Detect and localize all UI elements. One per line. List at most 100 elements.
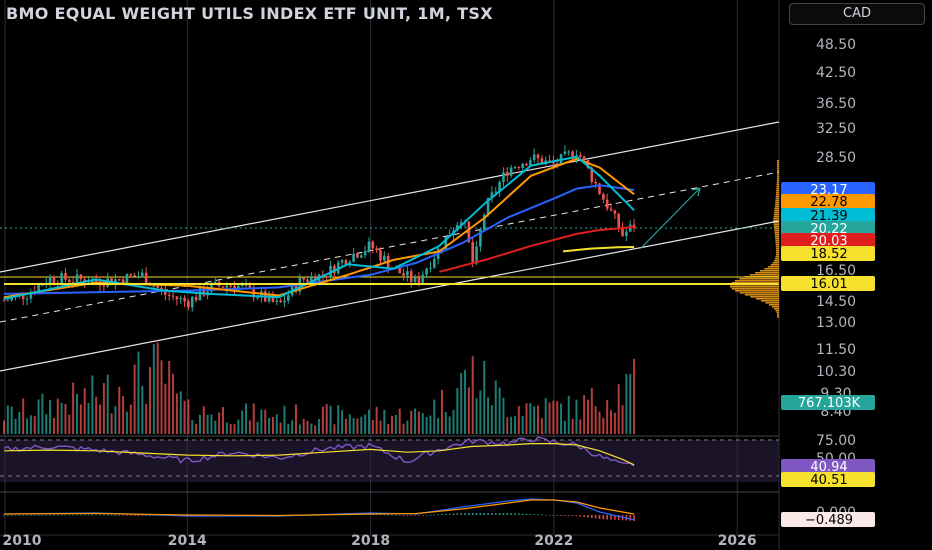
volume-bar bbox=[521, 416, 524, 434]
candle-body bbox=[521, 163, 524, 168]
candle-body bbox=[167, 294, 171, 296]
volume-bar bbox=[256, 421, 259, 434]
candle-body bbox=[409, 271, 413, 282]
volume-bar bbox=[172, 373, 175, 434]
volume-bar bbox=[594, 406, 597, 434]
volume-bar bbox=[291, 420, 294, 434]
volume-bar bbox=[87, 402, 90, 434]
macd-histogram-bar bbox=[441, 514, 443, 515]
candle-body bbox=[306, 279, 309, 282]
macd-histogram-bar bbox=[33, 514, 36, 516]
volume-profile-bar bbox=[776, 180, 779, 182]
time-axis-label: 2018 bbox=[351, 533, 390, 549]
volume-bar bbox=[175, 393, 178, 434]
volume-profile-bar bbox=[774, 204, 779, 206]
volume-bar bbox=[402, 423, 405, 434]
volume-bar bbox=[302, 418, 305, 434]
volume-profile-bar bbox=[775, 238, 779, 240]
volume-bar bbox=[271, 416, 274, 434]
volume-bar bbox=[387, 424, 390, 434]
volume-bar bbox=[187, 399, 190, 434]
volume-bar bbox=[283, 405, 286, 434]
volume-bar bbox=[52, 418, 55, 434]
volume-bar bbox=[198, 414, 201, 434]
candle-body bbox=[225, 285, 229, 288]
candle-body bbox=[194, 296, 198, 301]
macd-histogram-bar bbox=[133, 515, 136, 516]
volume-bar bbox=[298, 424, 301, 434]
volume-bar bbox=[168, 361, 171, 434]
volume-bar bbox=[318, 419, 321, 434]
candle-body bbox=[64, 272, 67, 280]
candle-body bbox=[375, 248, 378, 251]
volume-bar bbox=[91, 375, 94, 434]
price-tick-label: 10.30 bbox=[816, 364, 856, 380]
volume-profile-bar bbox=[775, 244, 779, 246]
time-axis-label: 2022 bbox=[534, 533, 573, 549]
candle-body bbox=[214, 281, 217, 284]
volume-bar bbox=[183, 400, 186, 434]
candle-body bbox=[175, 296, 179, 300]
currency-selector[interactable]: CAD bbox=[789, 3, 925, 25]
volume-profile-bar bbox=[775, 194, 779, 196]
candle-body bbox=[406, 271, 409, 276]
volume-bar bbox=[467, 387, 470, 434]
volume-bar bbox=[567, 395, 570, 434]
volume-bar bbox=[106, 374, 109, 434]
macd-histogram-bar bbox=[556, 515, 559, 516]
candle-body bbox=[283, 300, 286, 303]
volume-profile-bar bbox=[771, 306, 779, 308]
volume-bar bbox=[325, 404, 328, 434]
volume-bar bbox=[425, 417, 428, 434]
volume-profile-bar bbox=[775, 242, 779, 244]
volume-bar bbox=[10, 406, 13, 434]
volume-bar bbox=[202, 406, 205, 434]
macd-histogram-bar bbox=[583, 515, 585, 517]
candle-body bbox=[2, 300, 6, 302]
volume-bar bbox=[556, 401, 559, 434]
macd-histogram-bar bbox=[510, 513, 512, 515]
candle-body bbox=[594, 181, 597, 184]
price-tick-label: 32.50 bbox=[816, 121, 856, 137]
price-tick-label: 13.00 bbox=[816, 315, 856, 331]
volume-bar bbox=[367, 409, 370, 434]
macd-histogram-bar bbox=[99, 514, 101, 516]
candle-body bbox=[179, 297, 183, 300]
volume-bar bbox=[583, 395, 586, 434]
volume-profile-bar bbox=[776, 190, 779, 192]
volume-profile-bar bbox=[776, 186, 779, 188]
volume-bar bbox=[625, 374, 628, 434]
candle-body bbox=[555, 163, 559, 165]
macd-histogram-bar bbox=[594, 515, 597, 519]
volume-bar bbox=[6, 405, 9, 434]
macd-histogram-bar bbox=[18, 514, 21, 516]
volume-profile-bar bbox=[734, 280, 779, 282]
macd-histogram-bar bbox=[564, 515, 566, 516]
macd-histogram-bar bbox=[537, 514, 539, 516]
candle-body bbox=[502, 172, 505, 183]
chart-canvas[interactable]: 48.5042.5036.5032.5028.5016.5014.5013.00… bbox=[0, 0, 932, 550]
candle-body bbox=[6, 300, 10, 302]
volume-bar bbox=[114, 406, 117, 434]
candle-body bbox=[621, 228, 624, 236]
volume-bar bbox=[410, 410, 413, 434]
macd-histogram-bar bbox=[83, 514, 86, 516]
volume-bar bbox=[268, 418, 271, 434]
volume-bar bbox=[406, 420, 409, 434]
volume-profile-bar bbox=[744, 294, 779, 296]
volume-profile-bar bbox=[770, 264, 779, 266]
volume-profile-bar bbox=[773, 226, 779, 228]
volume-bar bbox=[294, 404, 297, 434]
macd-histogram-bar bbox=[602, 515, 605, 520]
volume-bar bbox=[356, 418, 359, 434]
volume-bar bbox=[341, 410, 344, 434]
volume-bar bbox=[529, 403, 532, 434]
volume-bar bbox=[229, 424, 232, 434]
volume-profile-bar bbox=[774, 210, 779, 212]
macd-histogram-bar bbox=[129, 515, 132, 516]
volume-bar bbox=[148, 367, 151, 434]
volume-bar bbox=[371, 420, 374, 434]
volume-bar bbox=[45, 414, 48, 434]
time-axis-label: 2014 bbox=[168, 533, 207, 549]
volume-bar bbox=[191, 420, 194, 434]
